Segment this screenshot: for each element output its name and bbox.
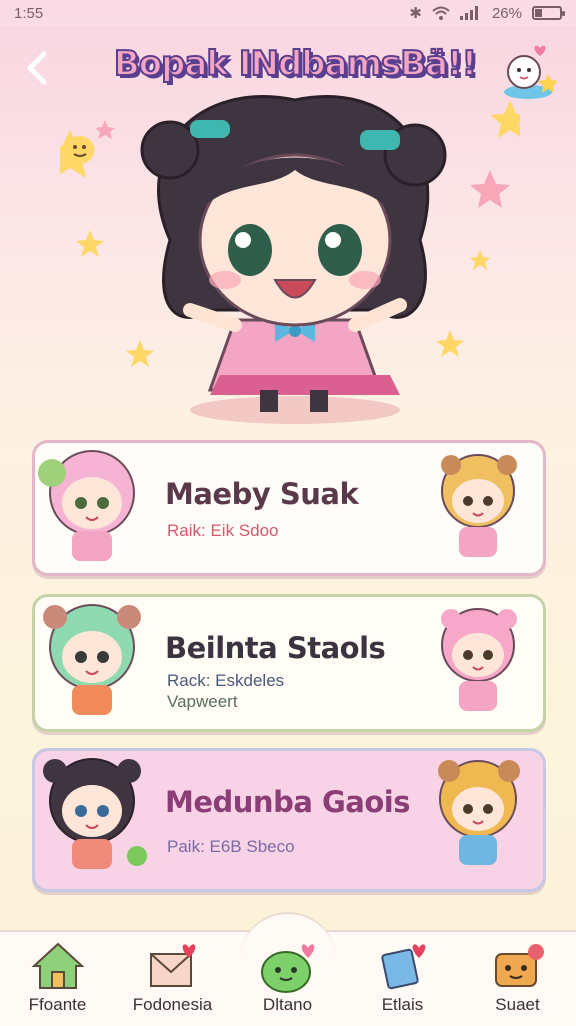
envelope-heart-icon: [150, 944, 196, 987]
home-icon: [31, 942, 85, 989]
card-title: Medunba Gaois: [165, 785, 411, 819]
signal-icon: [459, 6, 478, 20]
app-title: Bopak INdbamsBä!!: [113, 43, 478, 85]
card-subtitle-secondary: Vapweert: [167, 692, 238, 711]
nav-item-home[interactable]: Ffoante: [0, 932, 115, 1026]
nav-label: Suaet: [495, 995, 540, 1014]
nav-label: Fodonesia: [132, 995, 213, 1014]
nav-item-settings[interactable]: Suaet: [460, 932, 575, 1026]
character-card[interactable]: Beilnta Staols Rack: Eskdeles Vapweert: [32, 594, 546, 732]
card-heart-icon: [381, 944, 426, 990]
hero-character-image: [44, 95, 530, 424]
nav-label: Etlais: [381, 995, 424, 1014]
card-subtitle: Raik: Eik Sdoo: [167, 521, 279, 540]
status-icons: ✱ 26%: [409, 4, 565, 22]
battery-percent: 26%: [491, 4, 522, 22]
character-card[interactable]: Maeby Suak Raik: Eik Sdoo: [32, 440, 546, 576]
nav-item-details[interactable]: Etlais: [345, 932, 460, 1026]
nav-label: Dltano: [262, 995, 313, 1014]
card-title: Beilnta Staols: [165, 631, 386, 665]
chevron-left-icon: [27, 51, 47, 85]
character-avatar: [441, 608, 517, 711]
character-avatar: [43, 758, 147, 869]
card-title: Maeby Suak: [165, 477, 359, 511]
nav-label: Ffoante: [28, 995, 87, 1014]
hero-character-illustration: [44, 90, 530, 430]
slime-icon: [261, 944, 315, 993]
bluetooth-icon: ✱: [409, 5, 422, 22]
card-subtitle: Rack: Eskdeles: [167, 671, 285, 690]
battery-icon: [532, 6, 565, 20]
nav-item-messages[interactable]: Fodonesia: [115, 932, 230, 1026]
character-avatar: [438, 760, 520, 865]
status-bar: 1:55 ✱ 26%: [0, 0, 576, 26]
wifi-icon: [432, 6, 450, 20]
character-avatar: [441, 454, 517, 557]
bottom-nav: Ffoante Fodonesia Dltano Etlais Suaet: [0, 912, 576, 1026]
nav-item-center[interactable]: Dltano: [230, 932, 345, 1026]
back-button[interactable]: [18, 48, 58, 88]
status-time: 1:55: [14, 4, 44, 22]
character-avatar: [38, 450, 135, 561]
box-heart-icon: [495, 944, 544, 987]
card-subtitle: Paik: E6B Sbeco: [167, 837, 295, 856]
character-avatar: [43, 604, 141, 715]
character-card[interactable]: Medunba Gaois Paik: E6B Sbeco: [32, 748, 546, 892]
